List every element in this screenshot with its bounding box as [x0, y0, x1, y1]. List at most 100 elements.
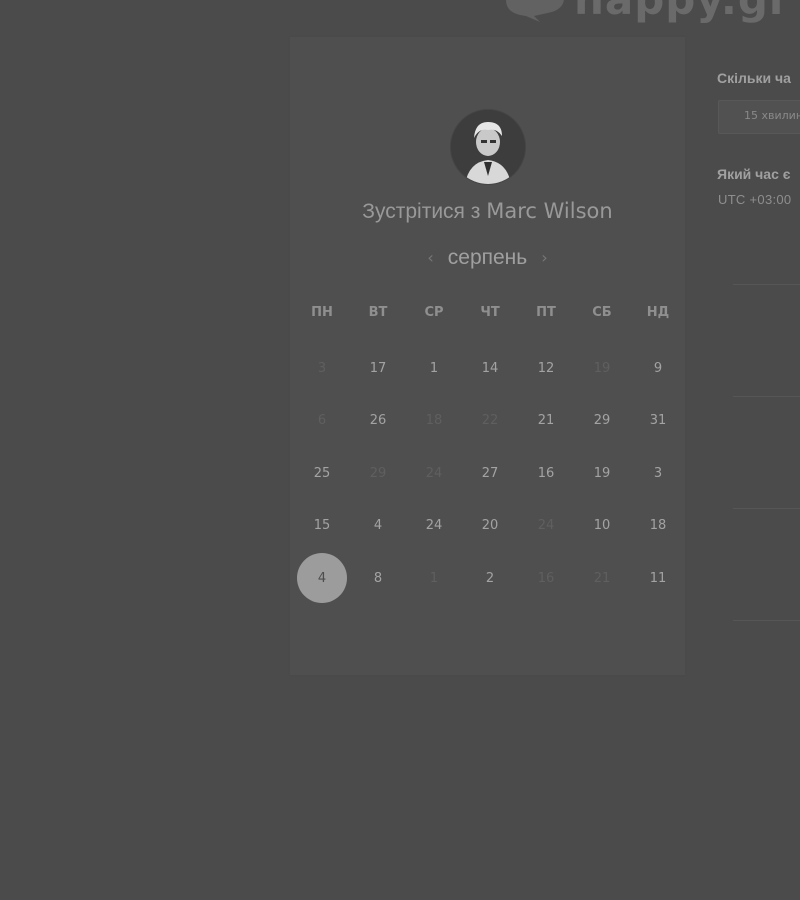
duration-question: Скільки ча [717, 70, 791, 86]
calendar-day[interactable]: 27 [462, 447, 518, 500]
speech-bubble-icon [500, 0, 564, 22]
day-number: 21 [537, 413, 555, 429]
calendar-day: 3 [294, 342, 350, 395]
day-number: 24 [425, 518, 443, 534]
calendar-day[interactable]: 2 [462, 552, 518, 605]
divider [733, 620, 800, 621]
month-label: серпень [447, 246, 528, 269]
weekday-label: ПН [311, 305, 333, 320]
weekday-label: НД [646, 305, 670, 320]
calendar-day[interactable]: 3 [630, 447, 686, 500]
calendar-day[interactable]: 31 [630, 395, 686, 448]
calendar-day[interactable]: 20 [462, 500, 518, 553]
day-number: 15 [313, 518, 331, 534]
day-number: 27 [481, 465, 499, 481]
calendar-day: 24 [406, 447, 462, 500]
weekday-label: ВТ [368, 305, 388, 320]
weekday-label: ЧТ [480, 305, 500, 320]
weekday-label: СБ [592, 305, 612, 320]
day-number: 24 [425, 465, 443, 481]
calendar-grid: 3 17 1 14 12 19 9 6 26 18 22 21 29 31 25 29 24 27 16 19 3 15 4… [294, 342, 686, 605]
right-panel: Скільки ча 15 хвилин Який час є UTC +03:… [717, 60, 800, 660]
logo: happy.gi [500, 0, 784, 22]
calendar-day[interactable]: 24 [406, 500, 462, 553]
calendar-day[interactable]: 29 [574, 395, 630, 448]
time-question: Який час є [717, 166, 791, 182]
day-number: 3 [317, 360, 327, 376]
day-number: 14 [481, 360, 499, 376]
calendar-day: 29 [350, 447, 406, 500]
avatar [451, 110, 525, 184]
calendar-day[interactable]: 8 [350, 552, 406, 605]
calendar-day[interactable]: 11 [630, 552, 686, 605]
calendar-day: 24 [518, 500, 574, 553]
calendar-day[interactable]: 16 [518, 447, 574, 500]
day-number: 29 [369, 465, 387, 481]
calendar-day[interactable]: 18 [630, 500, 686, 553]
logo-text: happy.gi [574, 0, 784, 22]
day-number: 12 [537, 360, 555, 376]
day-number: 6 [317, 413, 327, 429]
duration-select[interactable]: 15 хвилин [718, 100, 800, 134]
calendar-day[interactable]: 4 [350, 500, 406, 553]
divider [733, 508, 800, 509]
day-number: 31 [649, 413, 667, 429]
day-number: 21 [593, 570, 611, 586]
day-number: 11 [649, 570, 667, 586]
month-navigation: ‹ серпень › [290, 244, 685, 272]
title-prefix: Зустрітися з [362, 200, 481, 223]
duration-value: 15 хвилин [744, 109, 800, 122]
calendar-day-selected[interactable]: 4 [294, 552, 350, 605]
calendar-day[interactable]: 10 [574, 500, 630, 553]
meeting-title: Зустрітися з Marc Wilson [290, 199, 685, 224]
day-number: 3 [653, 465, 663, 481]
divider [733, 284, 800, 285]
day-number: 10 [593, 518, 611, 534]
calendar-day[interactable]: 19 [574, 447, 630, 500]
weekday-label: ПТ [536, 305, 556, 320]
day-number: 1 [429, 360, 439, 376]
day-number: 22 [481, 413, 499, 429]
day-number: 4 [297, 553, 347, 604]
calendar-day[interactable]: 14 [462, 342, 518, 395]
chevron-left-icon[interactable]: ‹ [427, 244, 433, 272]
calendar-day: 6 [294, 395, 350, 448]
day-number: 20 [481, 518, 499, 534]
calendar-day: 1 [406, 552, 462, 605]
day-number: 17 [369, 360, 387, 376]
day-number: 16 [537, 570, 555, 586]
calendar-day[interactable]: 21 [518, 395, 574, 448]
calendar-day[interactable]: 9 [630, 342, 686, 395]
calendar-day: 16 [518, 552, 574, 605]
calendar-day[interactable]: 15 [294, 500, 350, 553]
day-number: 19 [593, 360, 611, 376]
calendar-day: 21 [574, 552, 630, 605]
calendar-day[interactable]: 12 [518, 342, 574, 395]
weekday-header: ПН ВТ СР ЧТ ПТ СБ НД [294, 303, 686, 323]
divider [733, 396, 800, 397]
chevron-right-icon[interactable]: › [541, 244, 547, 272]
day-number: 9 [653, 360, 663, 376]
timezone-label: UTC +03:00 [718, 192, 792, 207]
calendar-day[interactable]: 1 [406, 342, 462, 395]
calendar-day: 22 [462, 395, 518, 448]
day-number: 4 [373, 518, 383, 534]
day-number: 1 [429, 570, 439, 586]
calendar-day[interactable]: 17 [350, 342, 406, 395]
day-number: 18 [649, 518, 667, 534]
day-number: 18 [425, 413, 443, 429]
day-number: 8 [373, 570, 383, 586]
day-number: 29 [593, 413, 611, 429]
calendar-card: Зустрітися з Marc Wilson ‹ серпень › ПН В… [290, 37, 685, 675]
weekday-label: СР [424, 305, 444, 320]
day-number: 2 [485, 570, 495, 586]
day-number: 16 [537, 465, 555, 481]
day-number: 19 [593, 465, 611, 481]
day-number: 25 [313, 465, 331, 481]
day-number: 24 [537, 518, 555, 534]
day-number: 26 [369, 413, 387, 429]
calendar-day[interactable]: 26 [350, 395, 406, 448]
person-name: Marc Wilson [486, 199, 613, 223]
calendar-day: 18 [406, 395, 462, 448]
calendar-day[interactable]: 25 [294, 447, 350, 500]
